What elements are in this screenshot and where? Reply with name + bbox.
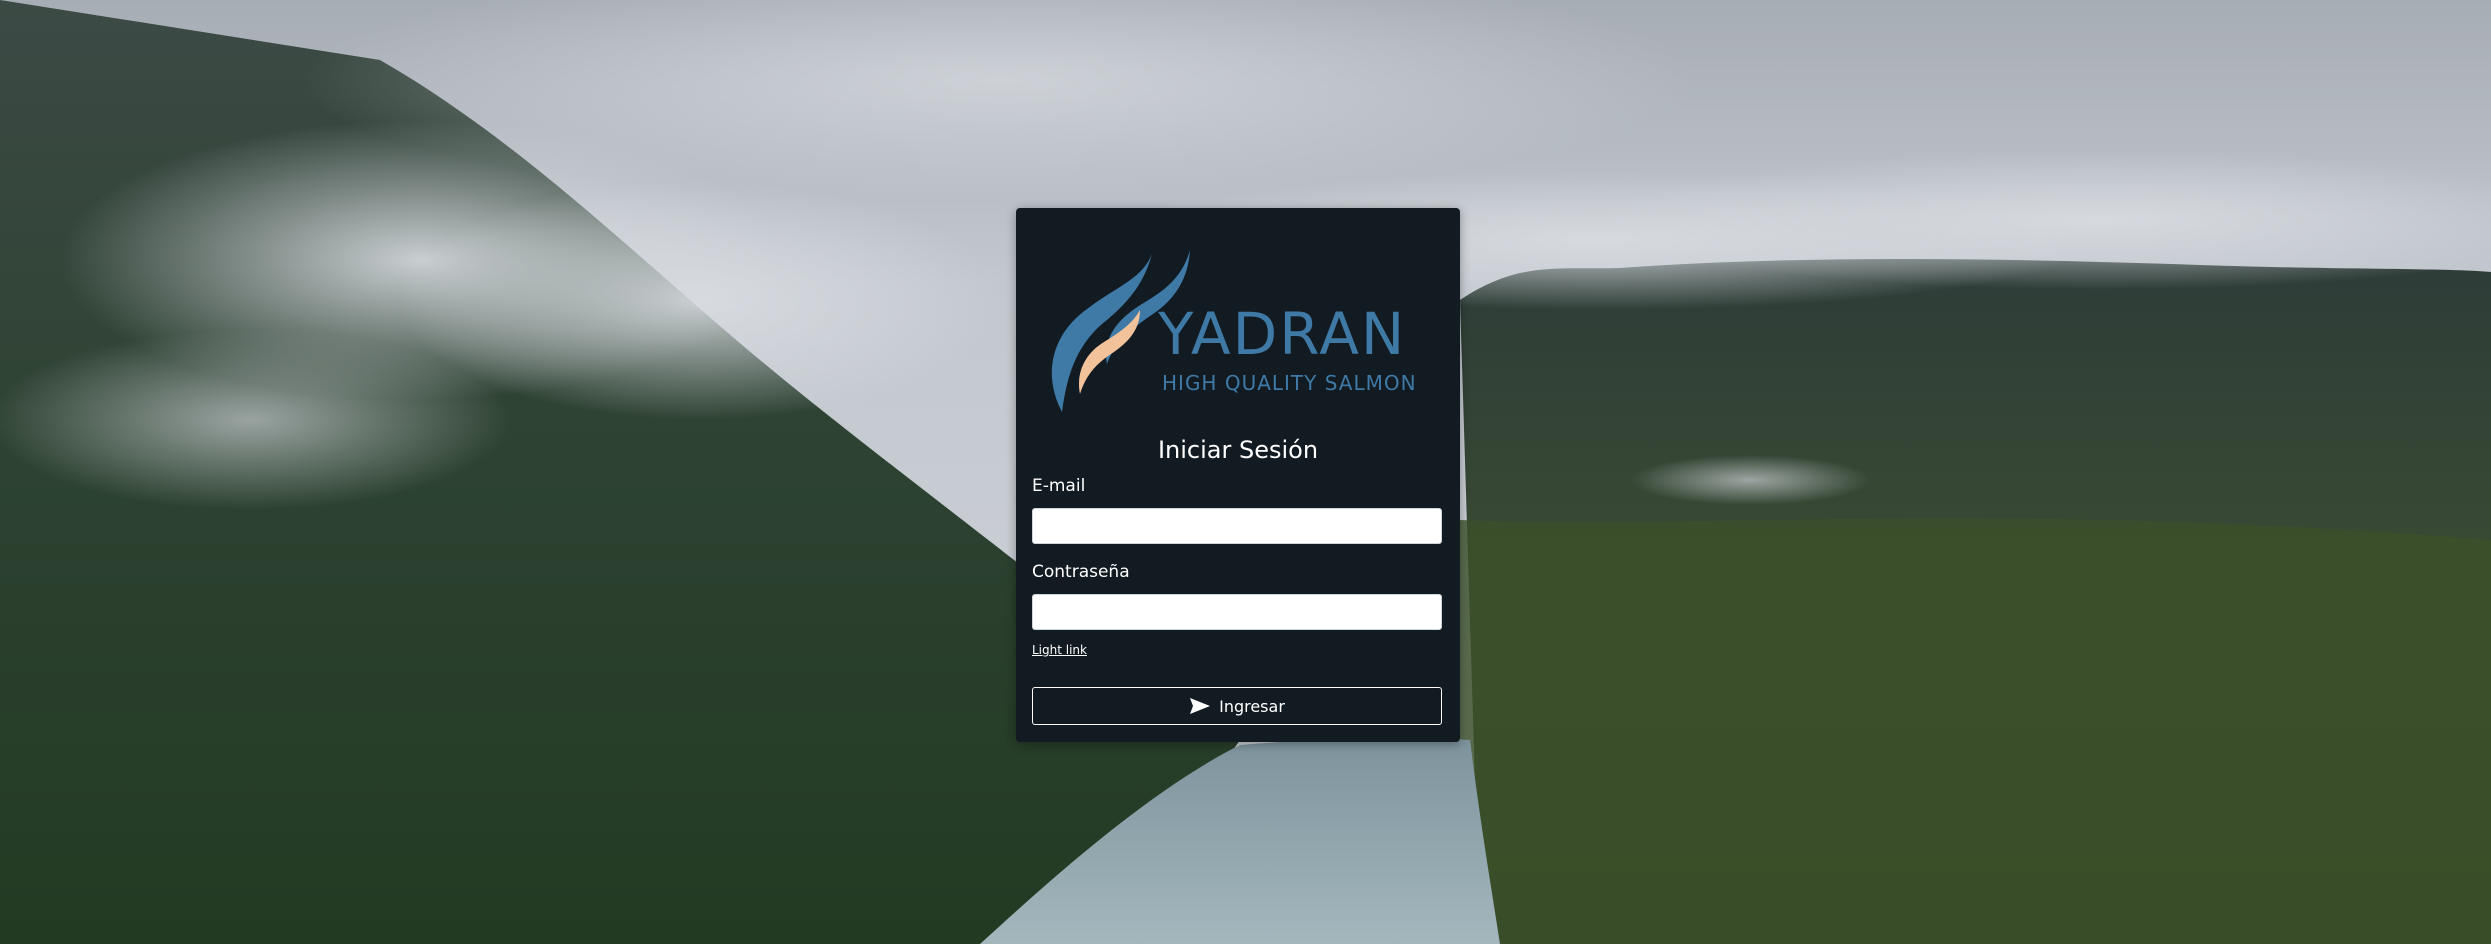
brand-tagline: HIGH QUALITY SALMON: [1162, 371, 1417, 395]
yadran-logo: YADRAN HIGH QUALITY SALMON: [1032, 224, 1444, 420]
submit-button[interactable]: Ingresar: [1032, 687, 1442, 725]
submit-label: Ingresar: [1219, 696, 1285, 716]
email-label: E-mail: [1032, 476, 1086, 496]
login-card: YADRAN HIGH QUALITY SALMON Iniciar Sesió…: [1016, 208, 1460, 742]
login-title: Iniciar Sesión: [1157, 436, 1319, 464]
send-icon: [1189, 697, 1211, 715]
email-field[interactable]: [1032, 508, 1442, 544]
password-field[interactable]: [1032, 594, 1442, 630]
brand-name: YADRAN: [1157, 300, 1406, 368]
password-label: Contraseña: [1032, 562, 1130, 582]
light-link[interactable]: Light link: [1032, 643, 1087, 657]
